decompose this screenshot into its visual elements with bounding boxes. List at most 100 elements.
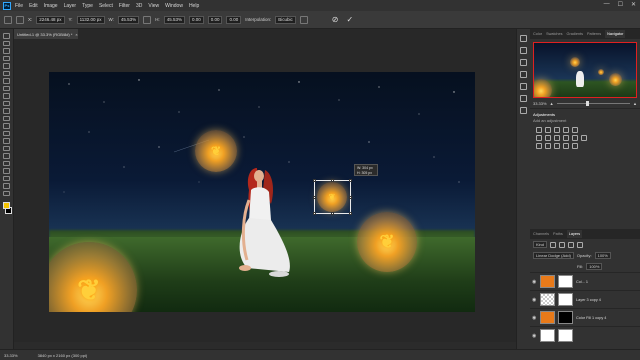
transform-bounding-box[interactable] xyxy=(313,179,352,215)
close-tab-icon[interactable]: × xyxy=(75,32,77,37)
posterize-icon[interactable] xyxy=(545,143,551,149)
eyedropper-tool-icon[interactable] xyxy=(3,78,10,84)
menu-image[interactable]: Image xyxy=(44,3,58,9)
reference-point-icon[interactable] xyxy=(16,15,24,24)
navigator-zoom-value[interactable]: 33.33% xyxy=(533,101,547,106)
layer-mask-thumbnail[interactable] xyxy=(558,311,573,324)
link-icon[interactable] xyxy=(143,15,152,24)
hand-tool-icon[interactable] xyxy=(3,175,10,181)
gradient-tool-icon[interactable] xyxy=(3,123,10,129)
layer-mask-thumbnail[interactable] xyxy=(558,329,573,342)
transform-handle-t[interactable] xyxy=(331,179,334,182)
zoom-tool-icon[interactable] xyxy=(3,183,10,189)
invert-icon[interactable] xyxy=(536,143,542,149)
photoshop-logo[interactable]: Ps xyxy=(3,1,11,10)
filter-type-icon[interactable] xyxy=(568,241,575,248)
move-tool-icon[interactable] xyxy=(3,33,10,39)
status-zoom[interactable]: 33.33% xyxy=(4,353,18,358)
history-panel-icon[interactable] xyxy=(520,35,527,42)
transform-handle-r[interactable] xyxy=(349,196,352,199)
tab-layers[interactable]: Layers xyxy=(566,230,583,238)
zoom-in-icon[interactable]: ▲ xyxy=(633,101,637,106)
layer-row[interactable]: ◉ xyxy=(530,326,640,344)
navigator-zoom-slider[interactable] xyxy=(556,100,631,106)
visibility-eye-icon[interactable]: ◉ xyxy=(532,297,537,303)
angle-field[interactable]: 0.00 xyxy=(188,15,204,24)
clone-stamp-tool-icon[interactable] xyxy=(3,100,10,106)
history-brush-tool-icon[interactable] xyxy=(3,108,10,114)
channel-mixer-icon[interactable] xyxy=(572,135,578,141)
layer-row[interactable]: ◉ Col... 1 xyxy=(530,272,640,290)
more-tools-icon[interactable] xyxy=(3,190,10,196)
zoom-slider-knob[interactable] xyxy=(585,100,589,106)
type-tool-icon[interactable] xyxy=(3,153,10,159)
exposure-icon[interactable] xyxy=(563,127,569,133)
minimize-icon[interactable]: — xyxy=(604,1,610,8)
layer-mask-thumbnail[interactable] xyxy=(558,275,573,288)
close-icon[interactable]: ✕ xyxy=(631,1,636,8)
curves-icon[interactable] xyxy=(554,127,560,133)
filter-shape-icon[interactable] xyxy=(577,241,584,248)
gradient-map-icon[interactable] xyxy=(572,143,578,149)
maximize-icon[interactable]: ☐ xyxy=(618,1,623,8)
visibility-eye-icon[interactable]: ◉ xyxy=(532,315,537,321)
cancel-transform-icon[interactable]: ⊘ xyxy=(332,15,339,24)
menu-file[interactable]: File xyxy=(15,3,23,9)
y-field[interactable]: 1132.00 px xyxy=(76,15,105,24)
transform-tool-icon[interactable] xyxy=(4,15,12,24)
frame-tool-icon[interactable] xyxy=(3,70,10,76)
crop-tool-icon[interactable] xyxy=(3,63,10,69)
menu-edit[interactable]: Edit xyxy=(29,3,38,9)
zoom-out-icon[interactable]: ▲ xyxy=(550,101,554,106)
marquee-tool-icon[interactable] xyxy=(3,40,10,46)
tab-patterns[interactable]: Patterns xyxy=(587,32,601,36)
layer-kind-filter[interactable]: Kind xyxy=(533,241,548,248)
hue-saturation-icon[interactable] xyxy=(536,135,542,141)
brightness-contrast-icon[interactable] xyxy=(536,127,542,133)
filter-adjustment-icon[interactable] xyxy=(559,241,566,248)
tab-color[interactable]: Color xyxy=(533,32,542,36)
transform-handle-br[interactable] xyxy=(349,212,352,215)
pen-tool-icon[interactable] xyxy=(3,145,10,151)
warp-icon[interactable] xyxy=(299,15,308,24)
height-field[interactable]: 45.53% xyxy=(163,15,185,24)
menu-help[interactable]: Help xyxy=(189,3,199,9)
selective-color-icon[interactable] xyxy=(563,143,569,149)
black-white-icon[interactable] xyxy=(554,135,560,141)
vskew-field[interactable]: 0.00 xyxy=(226,15,242,24)
tab-channels[interactable]: Channels xyxy=(533,232,549,236)
shape-tool-icon[interactable] xyxy=(3,168,10,174)
vibrance-icon[interactable] xyxy=(572,127,578,133)
document-tab[interactable]: Untitled-1 @ 33.3% (RGB/8#) * × xyxy=(14,29,78,39)
dodge-tool-icon[interactable] xyxy=(3,138,10,144)
layer-row[interactable]: ◉ Layer 3 copy 4 xyxy=(530,290,640,308)
color-balance-icon[interactable] xyxy=(545,135,551,141)
layer-mask-thumbnail[interactable] xyxy=(558,293,573,306)
healing-tool-icon[interactable] xyxy=(3,85,10,91)
filter-pixel-icon[interactable] xyxy=(550,241,557,248)
menu-3d[interactable]: 3D xyxy=(136,3,142,9)
lasso-tool-icon[interactable] xyxy=(3,48,10,54)
visibility-eye-icon[interactable]: ◉ xyxy=(532,279,537,285)
menu-select[interactable]: Select xyxy=(99,3,113,9)
tab-navigator[interactable]: Navigator xyxy=(605,30,626,38)
transform-handle-tr[interactable] xyxy=(349,179,352,182)
visibility-eye-icon[interactable]: ◉ xyxy=(532,333,537,339)
character-panel-icon[interactable] xyxy=(520,71,527,78)
fill-field[interactable]: 100% xyxy=(586,263,603,270)
hskew-field[interactable]: 0.00 xyxy=(207,15,223,24)
paragraph-panel-icon[interactable] xyxy=(520,83,527,90)
menu-window[interactable]: Window xyxy=(165,3,183,9)
threshold-icon[interactable] xyxy=(554,143,560,149)
properties-panel-icon[interactable] xyxy=(520,47,527,54)
menu-view[interactable]: View xyxy=(148,3,159,9)
libraries-panel-icon[interactable] xyxy=(520,107,527,114)
foreground-color-swatch[interactable] xyxy=(3,202,10,209)
transform-handle-bl[interactable] xyxy=(313,212,316,215)
navigator-thumbnail[interactable] xyxy=(533,42,637,98)
blur-tool-icon[interactable] xyxy=(3,130,10,136)
tab-gradients[interactable]: Gradients xyxy=(567,32,583,36)
transform-handle-tl[interactable] xyxy=(313,179,316,182)
blend-mode-select[interactable]: Linear Dodge (Add) xyxy=(533,252,574,259)
tab-paths[interactable]: Paths xyxy=(553,232,563,236)
